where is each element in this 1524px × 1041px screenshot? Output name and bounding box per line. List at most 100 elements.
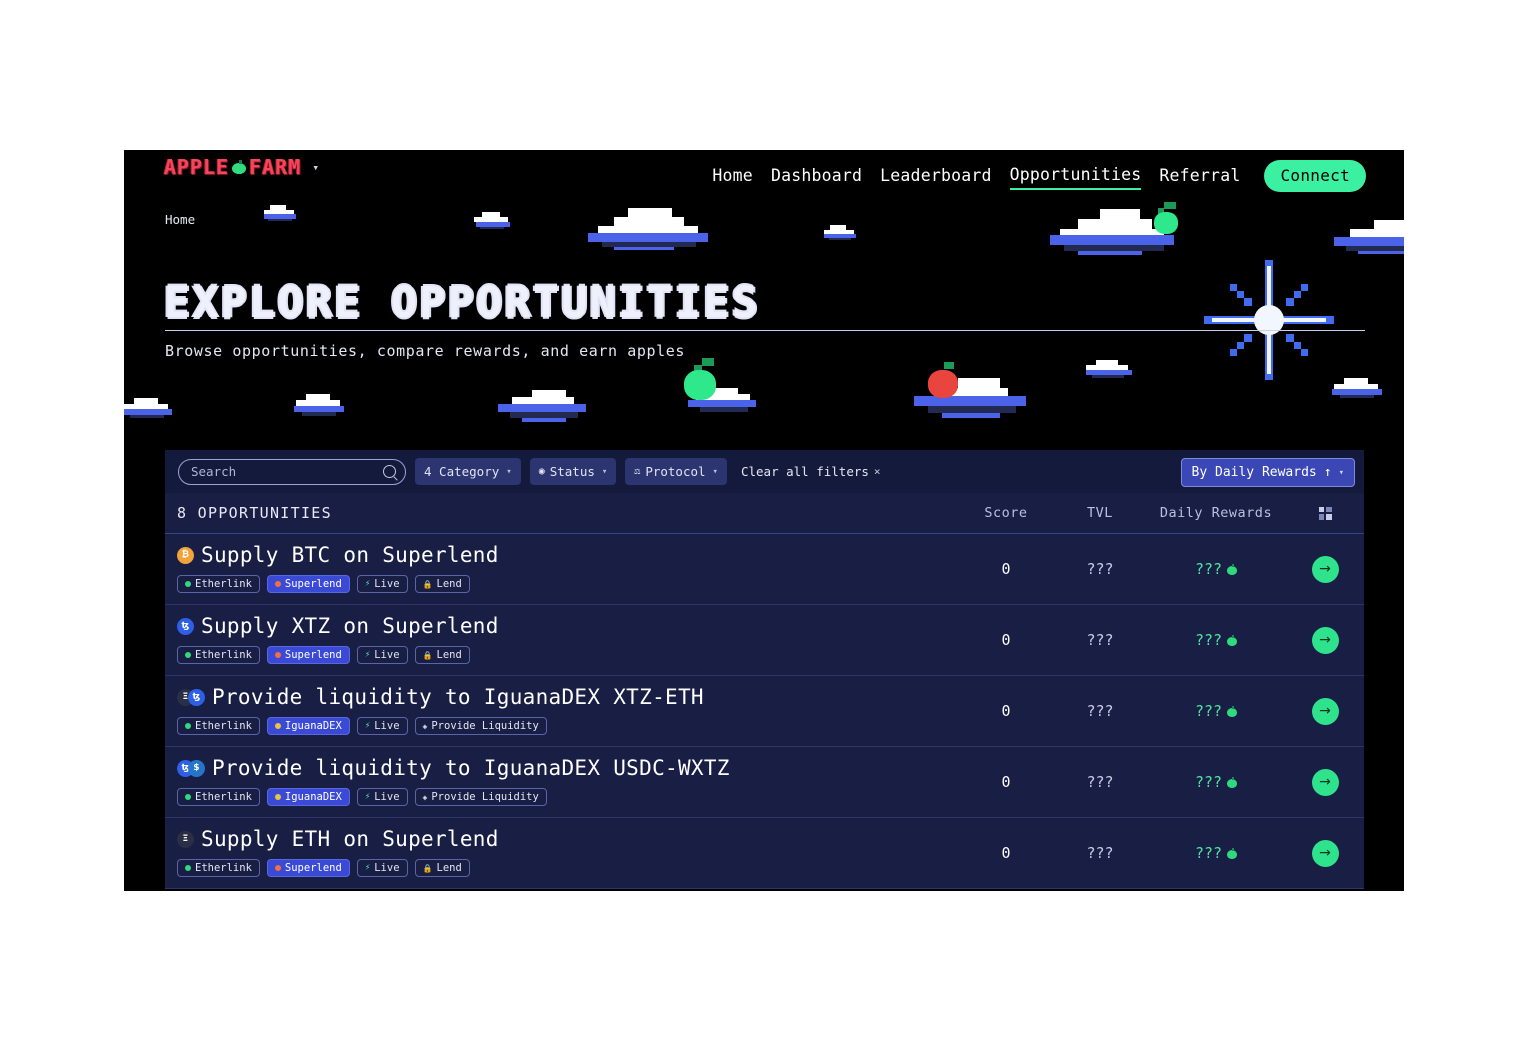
lightning-icon: ⚡ — [364, 792, 371, 802]
cell-tvl: ??? — [1086, 702, 1114, 720]
cloud-decoration — [264, 205, 298, 221]
badge-status[interactable]: ⚡ Live — [356, 788, 408, 806]
connect-wallet-button[interactable]: Connect — [1264, 160, 1366, 192]
open-opportunity-button[interactable]: → — [1311, 626, 1339, 654]
sort-direction-icon: ↑ — [1323, 465, 1332, 480]
lightning-icon: ⚡ — [364, 650, 371, 660]
search-box[interactable] — [178, 458, 406, 485]
column-header-daily-rewards[interactable]: Daily Rewards — [1146, 505, 1286, 521]
opportunity-title: Provide liquidity to IguanaDEX XTZ-ETH — [212, 685, 704, 709]
nav-item-referral[interactable]: Referral — [1159, 166, 1240, 189]
filter-status-label: Status — [549, 464, 595, 479]
table-row[interactable]: Ξ Supply ETH on Superlend Etherlink Superle… — [165, 818, 1364, 889]
opportunity-cell: ꜩ $ Provide liquidity to IguanaDEX USDC-WX… — [165, 758, 958, 806]
droplet-icon: ◈ — [422, 792, 428, 802]
nav-item-opportunities[interactable]: Opportunities — [1009, 165, 1142, 190]
opportunity-title-row: ꜩ Supply XTZ on Superlend — [177, 616, 958, 637]
opportunity-title-row: ₿ Supply BTC on Superlend — [177, 545, 958, 566]
sort-label: By Daily Rewards — [1191, 465, 1317, 480]
open-opportunity-button[interactable]: → — [1311, 697, 1339, 725]
page-subtitle: Browse opportunities, compare rewards, a… — [165, 342, 686, 360]
opportunity-title: Supply ETH on Superlend — [201, 827, 499, 851]
filter-status-dropdown[interactable]: ◉ Status ▾ — [529, 458, 617, 485]
status-dot-icon — [274, 794, 281, 800]
column-header-score[interactable]: Score — [958, 505, 1054, 521]
cell-daily-rewards: ??? — [1146, 844, 1286, 862]
filter-toolbar: 4 Category ▾ ◉ Status ▾ ⚖ Protocol ▾ Cle… — [165, 450, 1364, 493]
badge-category[interactable]: 🔒 Lend — [414, 646, 470, 664]
filter-category-dropdown[interactable]: 4 Category ▾ — [415, 458, 521, 485]
badge-chain[interactable]: Etherlink — [177, 788, 260, 806]
badge-protocol[interactable]: IguanaDEX — [266, 788, 350, 806]
table-row[interactable]: ꜩ Supply XTZ on Superlend Etherlink Superle… — [165, 605, 1364, 676]
badge-chain[interactable]: Etherlink — [177, 859, 260, 877]
badge-group: Etherlink Superlend ⚡ Live 🔒 Lend — [177, 646, 958, 664]
opportunity-cell: Ξ Supply ETH on Superlend Etherlink Superle… — [165, 829, 958, 877]
view-toggle[interactable] — [1286, 506, 1364, 520]
badge-label: Superlend — [284, 649, 342, 661]
chevron-down-icon[interactable]: ▾ — [312, 161, 319, 174]
table-row[interactable]: Ξꜩ Provide liquidity to IguanaDEX XTZ-ETH… — [165, 676, 1364, 747]
badge-category[interactable]: ◈ Provide Liquidity — [414, 788, 547, 806]
badge-category[interactable]: 🔒 Lend — [414, 859, 470, 877]
token-icons: Ξꜩ — [177, 689, 205, 706]
column-header-tvl[interactable]: TVL — [1054, 505, 1146, 521]
nav-item-leaderboard[interactable]: Leaderboard — [880, 166, 991, 189]
clear-all-filters-button[interactable]: Clear all filters × — [741, 464, 881, 479]
opportunity-title: Supply XTZ on Superlend — [201, 614, 499, 638]
badge-category[interactable]: ◈ Provide Liquidity — [414, 717, 547, 735]
badge-status[interactable]: ⚡ Live — [356, 646, 408, 664]
badge-status[interactable]: ⚡ Live — [356, 575, 408, 593]
badge-status[interactable]: ⚡ Live — [356, 859, 408, 877]
badge-label: Live — [374, 862, 400, 874]
token-icon: ꜩ — [188, 689, 205, 706]
open-opportunity-button[interactable]: → — [1311, 555, 1339, 583]
token-icon: Ξ — [177, 831, 194, 848]
badge-label: Etherlink — [195, 578, 252, 590]
page-title: EXPLORE OPPORTUNITIES — [164, 278, 761, 328]
cell-tvl: ??? — [1086, 844, 1114, 862]
token-icons: Ξ — [177, 831, 194, 848]
badge-category[interactable]: 🔒 Lend — [414, 575, 470, 593]
search-input[interactable] — [189, 463, 383, 480]
nav-item-dashboard[interactable]: Dashboard — [771, 166, 862, 189]
status-dot-icon — [185, 581, 191, 587]
badge-chain[interactable]: Etherlink — [177, 575, 260, 593]
badge-label: IguanaDEX — [284, 720, 342, 732]
token-icons: ꜩ — [177, 618, 194, 635]
opportunity-cell: Ξꜩ Provide liquidity to IguanaDEX XTZ-ETH… — [165, 687, 958, 735]
cell-daily-rewards: ??? — [1146, 560, 1286, 578]
cloud-decoration — [1332, 378, 1384, 398]
badge-protocol[interactable]: IguanaDEX — [266, 717, 350, 735]
filter-protocol-dropdown[interactable]: ⚖ Protocol ▾ — [625, 458, 727, 485]
badge-status[interactable]: ⚡ Live — [356, 717, 408, 735]
open-opportunity-button[interactable]: → — [1311, 839, 1339, 867]
badge-label: Live — [374, 720, 400, 732]
cell-action: → — [1286, 839, 1364, 867]
badge-label: Lend — [436, 649, 462, 661]
opportunity-title: Supply BTC on Superlend — [201, 543, 499, 567]
nav-item-home[interactable]: Home — [712, 166, 753, 189]
opportunity-title-row: Ξ Supply ETH on Superlend — [177, 829, 958, 850]
badge-chain[interactable]: Etherlink — [177, 717, 260, 735]
table-row[interactable]: ꜩ $ Provide liquidity to IguanaDEX USDC-WX… — [165, 747, 1364, 818]
badge-protocol[interactable]: Superlend — [266, 859, 350, 877]
badge-group: Etherlink Superlend ⚡ Live 🔒 Lend — [177, 859, 958, 877]
table-row[interactable]: ₿ Supply BTC on Superlend Etherlink Superle… — [165, 534, 1364, 605]
cloud-decoration — [584, 208, 714, 250]
badge-chain[interactable]: Etherlink — [177, 646, 260, 664]
apple-icon — [1227, 634, 1238, 646]
table-header: 8 OPPORTUNITIES Score TVL Daily Rewards — [165, 493, 1364, 534]
token-icon: ꜩ — [177, 618, 194, 635]
badge-protocol[interactable]: Superlend — [266, 646, 350, 664]
lock-icon: 🔒 — [422, 863, 433, 873]
cloud-decoration — [1086, 360, 1134, 378]
lightning-icon: ⚡ — [364, 863, 371, 873]
cell-action: → — [1286, 626, 1364, 654]
brand-logo[interactable]: APPLE FARM ▾ — [164, 157, 319, 177]
breadcrumb[interactable]: Home — [165, 212, 195, 227]
badge-protocol[interactable]: Superlend — [266, 575, 350, 593]
open-opportunity-button[interactable]: → — [1311, 768, 1339, 796]
sort-dropdown[interactable]: By Daily Rewards ↑ ▾ — [1180, 458, 1355, 487]
opportunity-title-row: ꜩ $ Provide liquidity to IguanaDEX USDC-WX… — [177, 758, 958, 779]
